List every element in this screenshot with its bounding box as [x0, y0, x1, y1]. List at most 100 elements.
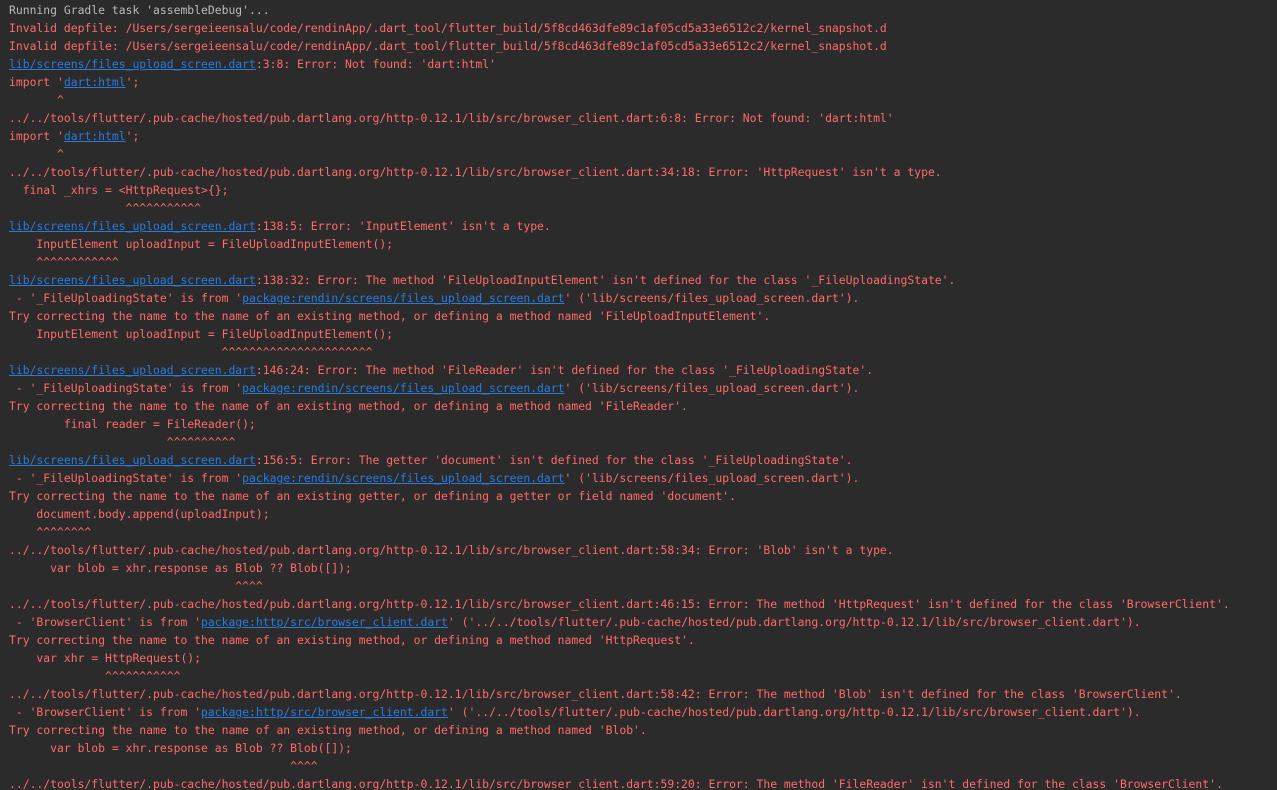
console-text: ' ('lib/screens/files_upload_screen.dart…: [564, 471, 860, 485]
console-text: InputElement uploadInput = FileUploadInp…: [9, 237, 394, 251]
console-error-line: ../../tools/flutter/.pub-cache/hosted/pu…: [0, 685, 1277, 703]
console-text: ^^^^^^^^^^^^^^^^^^^^^^: [9, 345, 373, 359]
console-error-line: ^: [0, 145, 1277, 163]
console-text: ../../tools/flutter/.pub-cache/hosted/pu…: [9, 543, 894, 557]
console-error-line: ^^^^^^^^: [0, 523, 1277, 541]
console-text: ../../tools/flutter/.pub-cache/hosted/pu…: [9, 165, 942, 179]
console-text: Invalid depfile: /Users/sergeieensalu/co…: [9, 21, 887, 35]
console-error-line: final _xhrs = <HttpRequest>{};: [0, 181, 1277, 199]
console-text: Try correcting the name to the name of a…: [9, 489, 736, 503]
console-error-line: var xhr = HttpRequest();: [0, 649, 1277, 667]
console-error-line: ^^^^: [0, 577, 1277, 595]
console-text: var blob = xhr.response as Blob ?? Blob(…: [9, 561, 352, 575]
console-error-line: ^^^^: [0, 757, 1277, 775]
file-link[interactable]: lib/screens/files_upload_screen.dart: [9, 57, 256, 71]
console-error-line: InputElement uploadInput = FileUploadInp…: [0, 235, 1277, 253]
file-link[interactable]: package:rendin/screens/files_upload_scre…: [242, 291, 564, 305]
console-text: document.body.append(uploadInput);: [9, 507, 270, 521]
console-text: Running Gradle task 'assembleDebug'...: [9, 3, 270, 17]
console-error-line: ^^^^^^^^^^^: [0, 667, 1277, 685]
console-error-line: lib/screens/files_upload_screen.dart:138…: [0, 217, 1277, 235]
console-error-line: var blob = xhr.response as Blob ?? Blob(…: [0, 559, 1277, 577]
console-error-line: ^^^^^^^^^^^^: [0, 253, 1277, 271]
console-text: :146:24: Error: The method 'FileReader' …: [255, 363, 874, 377]
console-text: var xhr = HttpRequest();: [9, 651, 202, 665]
console-text: Invalid depfile: /Users/sergeieensalu/co…: [9, 39, 887, 53]
console-error-line: - '_FileUploadingState' is from 'package…: [0, 289, 1277, 307]
console-error-line: - '_FileUploadingState' is from 'package…: [0, 379, 1277, 397]
console-error-line: Try correcting the name to the name of a…: [0, 721, 1277, 739]
console-text: ^^^^^^^^^^^: [9, 669, 181, 683]
console-error-line: - '_FileUploadingState' is from 'package…: [0, 469, 1277, 487]
console-error-line: Invalid depfile: /Users/sergeieensalu/co…: [0, 37, 1277, 55]
console-text: :138:32: Error: The method 'FileUploadIn…: [255, 273, 956, 287]
console-error-line: var blob = xhr.response as Blob ?? Blob(…: [0, 739, 1277, 757]
console-error-line: ../../tools/flutter/.pub-cache/hosted/pu…: [0, 163, 1277, 181]
console-text: - 'BrowserClient' is from ': [9, 705, 202, 719]
console-error-line: ../../tools/flutter/.pub-cache/hosted/pu…: [0, 541, 1277, 559]
console-text: - 'BrowserClient' is from ': [9, 615, 202, 629]
console-text: ';: [125, 129, 140, 143]
console-error-line: - 'BrowserClient' is from 'package:http/…: [0, 613, 1277, 631]
file-link[interactable]: lib/screens/files_upload_screen.dart: [9, 453, 256, 467]
console-text: Try correcting the name to the name of a…: [9, 633, 695, 647]
console-text: ^^^^: [9, 579, 263, 593]
console-text: - '_FileUploadingState' is from ': [9, 291, 243, 305]
console-text: ';: [125, 75, 140, 89]
console-text: - '_FileUploadingState' is from ': [9, 381, 243, 395]
console-error-line: import 'dart:html';: [0, 73, 1277, 91]
file-link[interactable]: package:rendin/screens/files_upload_scre…: [242, 381, 564, 395]
console-text: :3:8: Error: Not found: 'dart:html': [255, 57, 496, 71]
console-text: final reader = FileReader();: [9, 417, 256, 431]
console-text: Try correcting the name to the name of a…: [9, 399, 688, 413]
console-text: ^: [9, 147, 64, 161]
console-text: ^^^^: [9, 759, 318, 773]
console-text: ../../tools/flutter/.pub-cache/hosted/pu…: [9, 597, 1230, 611]
console-error-line: import 'dart:html';: [0, 127, 1277, 145]
console-text: import ': [9, 129, 64, 143]
console-error-line: ../../tools/flutter/.pub-cache/hosted/pu…: [0, 595, 1277, 613]
console-text: ^^^^^^^^^^^: [9, 201, 202, 215]
console-error-line: Try correcting the name to the name of a…: [0, 397, 1277, 415]
console-error-line: lib/screens/files_upload_screen.dart:3:8…: [0, 55, 1277, 73]
console-text: Try correcting the name to the name of a…: [9, 309, 771, 323]
console-error-line: document.body.append(uploadInput);: [0, 505, 1277, 523]
console-text: var blob = xhr.response as Blob ?? Blob(…: [9, 741, 352, 755]
console-error-line: lib/screens/files_upload_screen.dart:146…: [0, 361, 1277, 379]
console-text: import ': [9, 75, 64, 89]
console-error-line: Try correcting the name to the name of a…: [0, 631, 1277, 649]
console-error-line: ^^^^^^^^^^^^^^^^^^^^^^: [0, 343, 1277, 361]
console-error-line: ^^^^^^^^^^^: [0, 199, 1277, 217]
console-error-line: lib/screens/files_upload_screen.dart:138…: [0, 271, 1277, 289]
console-error-line: ^: [0, 91, 1277, 109]
file-link[interactable]: package:rendin/screens/files_upload_scre…: [242, 471, 564, 485]
console-info-line: Running Gradle task 'assembleDebug'...: [0, 1, 1277, 19]
console-error-line: ^^^^^^^^^^: [0, 433, 1277, 451]
file-link[interactable]: lib/screens/files_upload_screen.dart: [9, 273, 256, 287]
console-text: final _xhrs = <HttpRequest>{};: [9, 183, 229, 197]
console-text: Try correcting the name to the name of a…: [9, 723, 647, 737]
console-error-line: lib/screens/files_upload_screen.dart:156…: [0, 451, 1277, 469]
console-error-line: - 'BrowserClient' is from 'package:http/…: [0, 703, 1277, 721]
console-text: InputElement uploadInput = FileUploadInp…: [9, 327, 394, 341]
console-error-line: Try correcting the name to the name of a…: [0, 307, 1277, 325]
console-error-line: Try correcting the name to the name of a…: [0, 487, 1277, 505]
console-text: ^^^^^^^^: [9, 525, 92, 539]
file-link[interactable]: package:http/src/browser_client.dart: [201, 615, 448, 629]
console-error-line: InputElement uploadInput = FileUploadInp…: [0, 325, 1277, 343]
console-text: ../../tools/flutter/.pub-cache/hosted/pu…: [9, 687, 1182, 701]
console-text: ^^^^^^^^^^: [9, 435, 236, 449]
console-output[interactable]: Running Gradle task 'assembleDebug'... In…: [0, 0, 1277, 790]
console-text: ^: [9, 93, 64, 107]
file-link[interactable]: dart:html: [64, 75, 126, 89]
console-text: :138:5: Error: 'InputElement' isn't a ty…: [255, 219, 551, 233]
file-link[interactable]: package:http/src/browser_client.dart: [201, 705, 448, 719]
console-error-line: ../../tools/flutter/.pub-cache/hosted/pu…: [0, 775, 1277, 790]
file-link[interactable]: lib/screens/files_upload_screen.dart: [9, 363, 256, 377]
console-error-line: final reader = FileReader();: [0, 415, 1277, 433]
file-link[interactable]: dart:html: [64, 129, 126, 143]
console-text: ../../tools/flutter/.pub-cache/hosted/pu…: [9, 111, 894, 125]
console-text: ' ('../../tools/flutter/.pub-cache/hoste…: [447, 705, 1141, 719]
console-text: ' ('lib/screens/files_upload_screen.dart…: [564, 381, 860, 395]
file-link[interactable]: lib/screens/files_upload_screen.dart: [9, 219, 256, 233]
